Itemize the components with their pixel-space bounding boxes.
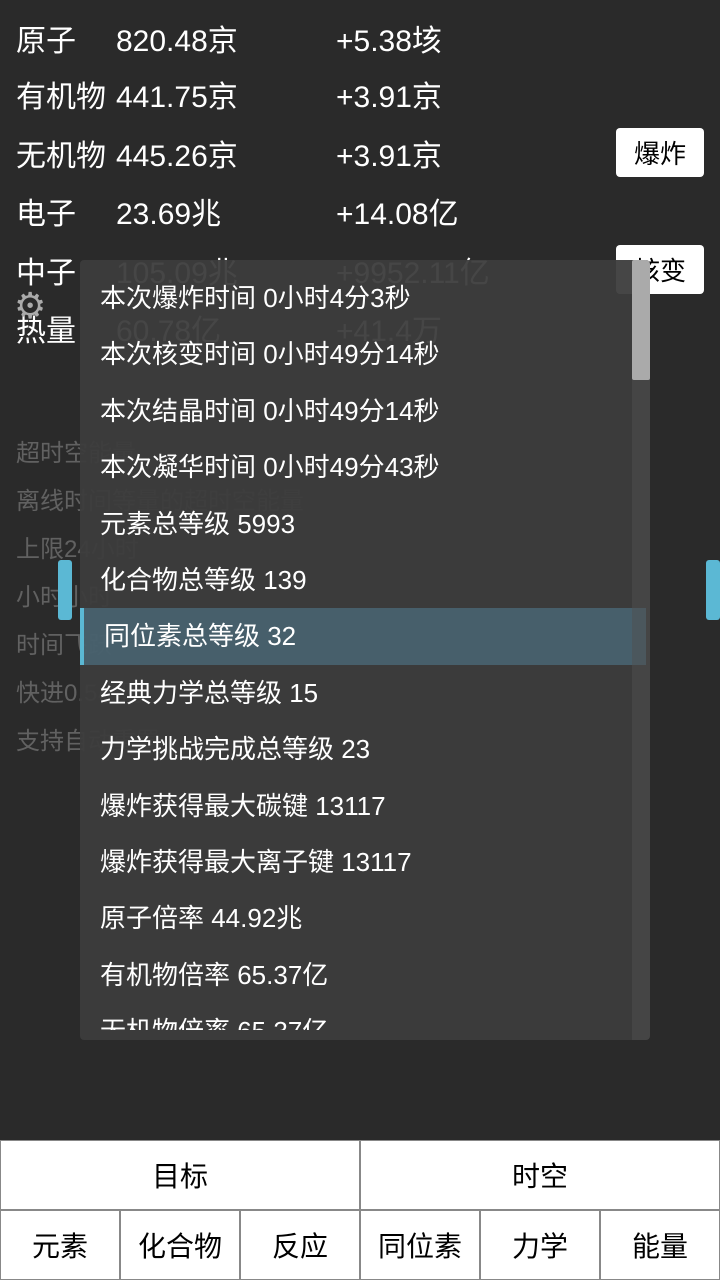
nav-button-element[interactable]: 元素 <box>0 1210 120 1280</box>
left-handle[interactable] <box>58 560 72 620</box>
stat-name-electron: 电子 <box>16 189 116 233</box>
panel-item-9: 爆炸获得最大碳键 13117 <box>80 778 646 834</box>
nav-button-spacetime[interactable]: 时空 <box>360 1140 720 1210</box>
nav-button-mechanics[interactable]: 力学 <box>480 1210 600 1280</box>
gear-icon: ⚙ <box>14 285 46 326</box>
panel-item-10: 爆炸获得最大离子键 13117 <box>80 834 646 890</box>
nav-row-2: 元素 化合物 反应 同位素 力学 能量 <box>0 1210 720 1280</box>
panel-item-4: 元素总等级 5993 <box>80 496 646 552</box>
panel-item-7: 经典力学总等级 15 <box>80 665 646 721</box>
stat-value-atom: 820.48京 <box>116 16 336 60</box>
stat-delta-organic: +3.91京 <box>336 72 704 116</box>
stat-name-inorganic: 无机物 <box>16 131 116 175</box>
gear-icon-area[interactable]: ⚙ <box>14 285 68 339</box>
stat-value-organic: 441.75京 <box>116 72 336 116</box>
bottom-navigation: 目标 时空 元素 化合物 反应 同位素 力学 能量 <box>0 1140 720 1280</box>
panel-scroll-area[interactable]: 本次爆炸时间 0小时4分3秒本次核变时间 0小时49分14秒本次结晶时间 0小时… <box>80 270 650 1030</box>
nav-button-energy[interactable]: 能量 <box>600 1210 720 1280</box>
scrollbar-thumb[interactable] <box>632 260 650 380</box>
stat-name-atom: 原子 <box>16 16 116 60</box>
stat-name-organic: 有机物 <box>16 72 116 116</box>
right-handle[interactable] <box>706 560 720 620</box>
stat-value-inorganic: 445.26京 <box>116 131 336 175</box>
info-panel: 本次爆炸时间 0小时4分3秒本次核变时间 0小时49分14秒本次结晶时间 0小时… <box>80 260 650 1040</box>
stat-row-electron: 电子 23.69兆 +14.08亿 <box>16 183 704 239</box>
explode-button[interactable]: 爆炸 <box>616 128 704 177</box>
panel-item-13: 无机物倍率 65.37亿 <box>80 1003 646 1030</box>
panel-item-3: 本次凝华时间 0小时49分43秒 <box>80 439 646 495</box>
nav-button-target[interactable]: 目标 <box>0 1140 360 1210</box>
panel-item-2: 本次结晶时间 0小时49分14秒 <box>80 383 646 439</box>
panel-item-5: 化合物总等级 139 <box>80 552 646 608</box>
scrollbar-track[interactable] <box>632 260 650 1040</box>
nav-row-1: 目标 时空 <box>0 1140 720 1210</box>
stat-delta-electron: +14.08亿 <box>336 189 704 233</box>
panel-item-1: 本次核变时间 0小时49分14秒 <box>80 326 646 382</box>
nav-button-isotope[interactable]: 同位素 <box>360 1210 480 1280</box>
nav-button-compound[interactable]: 化合物 <box>120 1210 240 1280</box>
stat-row-inorganic: 无机物 445.26京 +3.91京 爆炸 <box>16 122 704 183</box>
stat-row-organic: 有机物 441.75京 +3.91京 <box>16 66 704 122</box>
panel-item-12: 有机物倍率 65.37亿 <box>80 947 646 1003</box>
panel-item-11: 原子倍率 44.92兆 <box>80 890 646 946</box>
panel-item-8: 力学挑战完成总等级 23 <box>80 721 646 777</box>
panel-item-0: 本次爆炸时间 0小时4分3秒 <box>80 270 646 326</box>
stat-delta-inorganic: +3.91京 <box>336 131 616 175</box>
panel-item-6: 同位素总等级 32 <box>80 608 646 664</box>
nav-button-reaction[interactable]: 反应 <box>240 1210 360 1280</box>
stat-delta-atom: +5.38垓 <box>336 16 704 60</box>
stat-row-atom: 原子 820.48京 +5.38垓 <box>16 10 704 66</box>
stat-value-electron: 23.69兆 <box>116 189 336 233</box>
